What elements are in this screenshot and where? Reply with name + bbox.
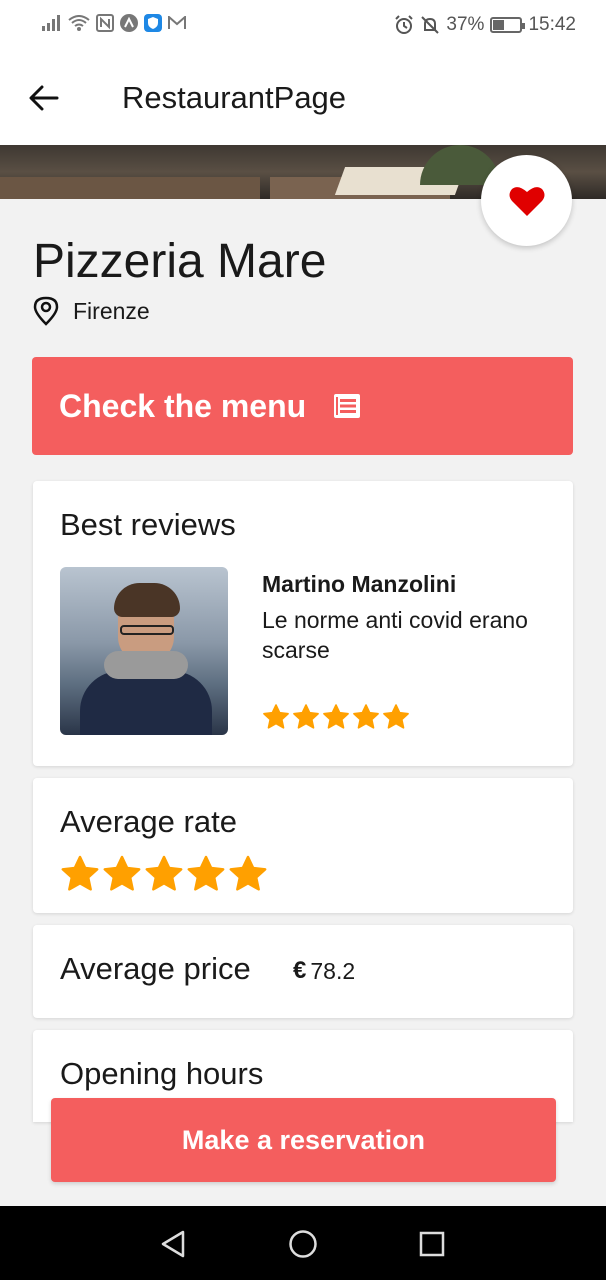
review-stars [262,703,410,731]
average-price-value-group: € 78.2 [293,957,355,985]
status-icons-right: 37% 15:42 [394,14,576,36]
menu-book-icon [332,392,362,420]
star-icon [145,855,183,891]
star-icon [323,704,349,729]
average-price-title: Average price [60,951,251,986]
average-rate-card: Average rate [33,778,573,913]
system-nav-bar [0,1206,606,1280]
reviewer-avatar [60,567,228,735]
android-icon [120,14,138,32]
best-reviews-title: Best reviews [60,507,236,542]
average-rate-stars [60,854,268,894]
opening-hours-title: Opening hours [60,1056,264,1091]
alarm-icon [395,15,414,34]
review-text: Le norme anti covid erano scarse [262,607,528,663]
shield-icon [144,14,162,32]
favorite-button[interactable] [481,155,572,246]
restaurant-location: Firenze [33,296,150,326]
wifi-icon [68,15,90,31]
triangle-back-icon [161,1230,185,1258]
battery-fill [493,20,504,30]
make-reservation-label: Make a reservation [181,1124,426,1155]
star-icon [61,855,99,891]
heart-icon [509,186,544,216]
restaurant-name: Pizzeria Mare [33,235,327,288]
location-pin-icon [33,296,59,326]
nfc-icon [96,14,114,32]
star-icon [263,704,289,729]
back-button[interactable] [24,78,64,118]
reviewer-name: Martino Manzolini [262,571,457,597]
nav-back-button[interactable] [153,1224,193,1264]
star-icon [229,855,267,891]
star-icon [293,704,319,729]
battery-percent: 37% [446,14,485,35]
circle-home-icon [289,1230,317,1258]
nav-recents-button[interactable] [412,1224,452,1264]
signal-icon [42,15,60,31]
average-rate-title: Average rate [60,804,237,839]
average-price-card: Average price € 78.2 [33,925,573,1018]
arrow-left-icon [29,85,59,111]
star-icon [383,704,409,729]
status-icons-left [42,14,186,32]
battery-icon [490,17,526,33]
mail-icon [168,16,186,29]
app-bar: RestaurantPage [0,52,606,145]
silent-icon [421,16,440,34]
page-title: RestaurantPage [122,80,347,115]
nav-home-button[interactable] [283,1224,323,1264]
star-icon [187,855,225,891]
location-label: Firenze [73,297,150,324]
star-icon [353,704,379,729]
make-reservation-button[interactable]: Make a reservation [51,1098,556,1182]
check-menu-button[interactable]: Check the menu [32,357,573,455]
currency-symbol: € [293,957,307,984]
average-price-value: 78.2 [310,957,356,984]
square-recents-icon [419,1231,445,1257]
status-bar: 37% 15:42 [0,0,606,52]
check-menu-label: Check the menu [59,387,307,424]
best-reviews-card: Best reviews Martino Manzolini Le norme … [33,481,573,766]
clock: 15:42 [528,14,576,35]
star-icon [103,855,141,891]
